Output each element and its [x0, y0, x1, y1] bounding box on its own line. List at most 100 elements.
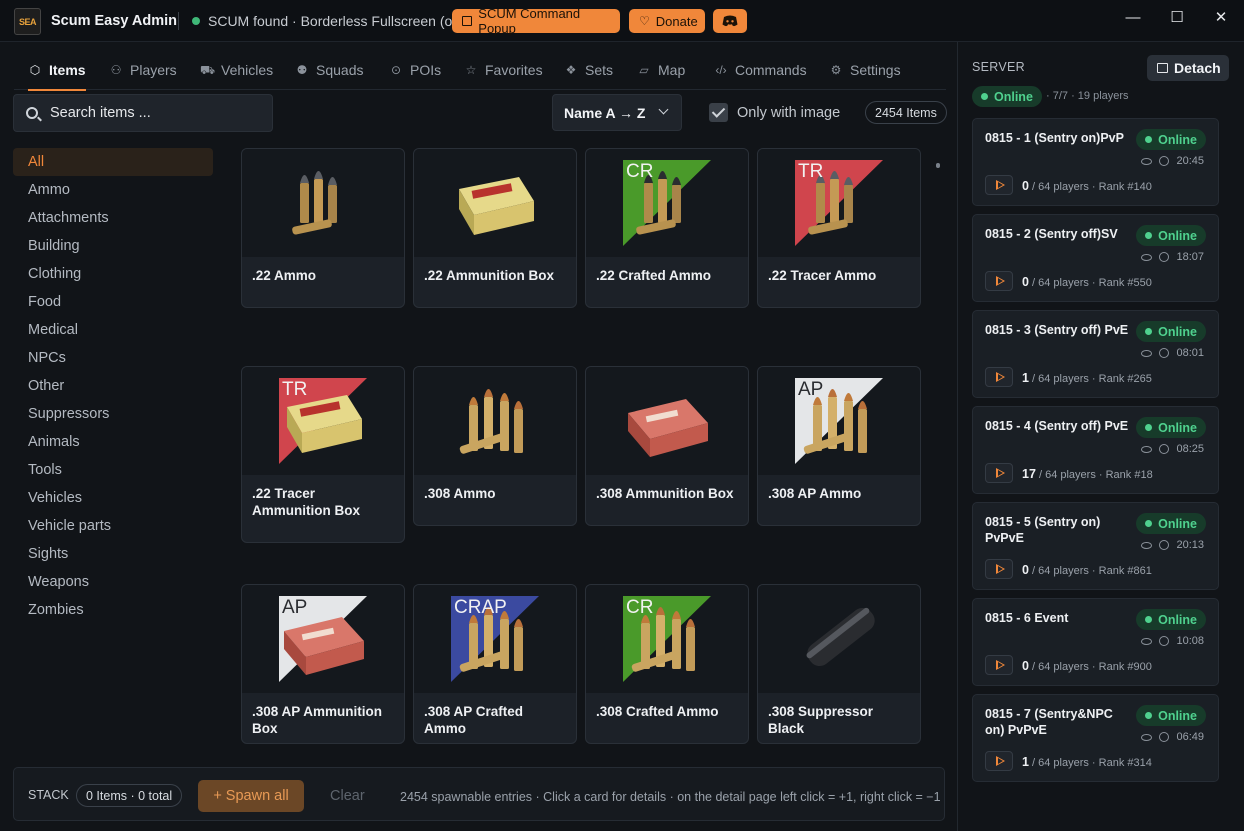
search-input[interactable]: [50, 95, 270, 131]
item-card[interactable]: .308 Ammo: [413, 366, 577, 526]
server-card[interactable]: 0815 - 1 (Sentry on)PvP Online 20:45 0 /…: [972, 118, 1219, 206]
tab-sets[interactable]: ❖ Sets: [564, 50, 613, 90]
category-weapons[interactable]: Weapons: [13, 568, 213, 596]
tab-label: Sets: [585, 62, 614, 78]
tab-players[interactable]: ⚇ Players: [109, 50, 177, 90]
squad-icon: ⚉: [296, 63, 308, 77]
title-separator: [178, 12, 179, 30]
item-card[interactable]: TR .22 Tracer Ammo: [757, 148, 921, 308]
tab-items[interactable]: ⬡ Items: [28, 50, 86, 91]
category-ammo[interactable]: Ammo: [13, 176, 213, 204]
player-count: 0: [1022, 563, 1029, 577]
command-popup-button[interactable]: SCUM Command Popup: [452, 6, 620, 36]
donate-button[interactable]: ♡ Donate: [629, 9, 705, 33]
join-server-button[interactable]: [985, 367, 1013, 387]
category-animals[interactable]: Animals: [13, 428, 213, 456]
tab-map[interactable]: ▱ Map: [637, 50, 685, 90]
close-button[interactable]: ✕: [1206, 6, 1236, 28]
category-vehicles[interactable]: Vehicles: [13, 484, 213, 512]
tab-label: Settings: [850, 62, 901, 78]
stack-hint: 2454 spawnable entries · Click a card fo…: [400, 790, 941, 804]
category-food[interactable]: Food: [13, 288, 213, 316]
item-card[interactable]: AP .308 AP Ammunition Box: [241, 584, 405, 744]
search-box[interactable]: [13, 94, 273, 132]
variant-tag-label: CR: [626, 161, 654, 182]
eye-icon: [1141, 541, 1153, 549]
join-server-button[interactable]: [985, 751, 1013, 771]
category-building[interactable]: Building: [13, 232, 213, 260]
eye-icon: [1141, 349, 1153, 357]
maximize-button[interactable]: ☐: [1162, 6, 1192, 28]
scrollbar-thumb[interactable]: [936, 163, 940, 168]
item-card[interactable]: .22 Ammunition Box: [413, 148, 577, 308]
join-server-button[interactable]: [985, 559, 1013, 579]
category-npcs[interactable]: NPCs: [13, 344, 213, 372]
category-zombies[interactable]: Zombies: [13, 596, 213, 624]
item-illustration: [758, 585, 920, 696]
server-status-label: Online: [1158, 324, 1197, 339]
tab-settings[interactable]: ⚙ Settings: [829, 50, 901, 90]
tab-label: POIs: [410, 62, 442, 78]
server-players: 0 / 64 players · Rank #550: [1022, 275, 1152, 289]
item-card[interactable]: .22 Ammo: [241, 148, 405, 308]
discord-button[interactable]: [713, 9, 747, 33]
join-server-button[interactable]: [985, 655, 1013, 675]
server-card[interactable]: 0815 - 5 (Sentry on) PvPvE Online 20:13 …: [972, 502, 1219, 590]
only-with-image-checkbox[interactable]: [709, 103, 728, 122]
item-name: .308 AP Ammunition Box: [252, 704, 383, 736]
tab-commands[interactable]: ‹/› Commands: [714, 50, 806, 90]
item-image: CRAP: [414, 585, 576, 693]
online-dot-icon: [1145, 616, 1153, 623]
item-name: .22 Crafted Ammo: [596, 268, 712, 283]
server-meta: 06:49: [1141, 731, 1204, 743]
sort-select[interactable]: Name A → Z: [552, 94, 682, 131]
category-vehicle-parts[interactable]: Vehicle parts: [13, 512, 213, 540]
clear-button[interactable]: Clear: [330, 788, 365, 804]
stack-bar: STACK 0 Items · 0 total + Spawn all Clea…: [13, 767, 945, 821]
category-suppressors[interactable]: Suppressors: [13, 400, 213, 428]
item-card[interactable]: .308 Suppressor Black: [757, 584, 921, 744]
eye-icon: [1141, 445, 1153, 453]
category-medical[interactable]: Medical: [13, 316, 213, 344]
only-with-image-toggle[interactable]: Only with image: [709, 103, 840, 122]
item-card[interactable]: CR .308 Crafted Ammo: [585, 584, 749, 744]
item-name: .308 AP Crafted Ammo: [424, 704, 524, 736]
tab-label: Vehicles: [221, 62, 274, 78]
tab-vehicles[interactable]: ⛟ Vehicles: [200, 50, 273, 90]
server-time: 10:08: [1176, 635, 1204, 647]
item-illustration: [758, 149, 920, 260]
category-attachments[interactable]: Attachments: [13, 204, 213, 232]
clock-icon: [1159, 636, 1170, 646]
server-card[interactable]: 0815 - 2 (Sentry off)SV Online 18:07 0 /…: [972, 214, 1219, 302]
join-server-button[interactable]: [985, 463, 1013, 483]
category-sights[interactable]: Sights: [13, 540, 213, 568]
server-time: 08:25: [1176, 443, 1204, 455]
item-card[interactable]: AP .308 AP Ammo: [757, 366, 921, 526]
game-status: SCUM found · Borderless Fullscreen (ok): [208, 13, 464, 29]
server-status-label: Online: [1158, 516, 1197, 531]
tab-squads[interactable]: ⚉ Squads: [295, 50, 364, 90]
server-card[interactable]: 0815 - 6 Event Online 10:08 0 / 64 playe…: [972, 598, 1219, 686]
category-tools[interactable]: Tools: [13, 456, 213, 484]
join-server-button[interactable]: [985, 271, 1013, 291]
item-card[interactable]: .308 Ammunition Box: [585, 366, 749, 526]
category-clothing[interactable]: Clothing: [13, 260, 213, 288]
users-icon: ⚇: [110, 63, 122, 77]
spawn-all-button[interactable]: + Spawn all: [198, 780, 304, 812]
minimize-button[interactable]: —: [1118, 6, 1148, 28]
heart-icon: ♡: [639, 14, 650, 28]
server-card[interactable]: 0815 - 4 (Sentry off) PvE Online 08:25 1…: [972, 406, 1219, 494]
item-card[interactable]: CR .22 Crafted Ammo: [585, 148, 749, 308]
item-image: CR: [586, 585, 748, 693]
category-all[interactable]: All: [13, 148, 213, 176]
tab-pois[interactable]: ⊙ POIs: [389, 50, 441, 90]
item-card[interactable]: TR .22 Tracer Ammunition Box: [241, 366, 405, 543]
join-server-button[interactable]: [985, 175, 1013, 195]
server-card[interactable]: 0815 - 7 (Sentry&NPC on) PvPvE Online 06…: [972, 694, 1219, 782]
item-card[interactable]: CRAP .308 AP Crafted Ammo: [413, 584, 577, 744]
detach-button[interactable]: Detach: [1147, 55, 1229, 81]
item-image: AP: [758, 367, 920, 475]
server-card[interactable]: 0815 - 3 (Sentry off) PvE Online 08:01 1…: [972, 310, 1219, 398]
tab-favorites[interactable]: ☆ Favorites: [464, 50, 543, 90]
category-other[interactable]: Other: [13, 372, 213, 400]
